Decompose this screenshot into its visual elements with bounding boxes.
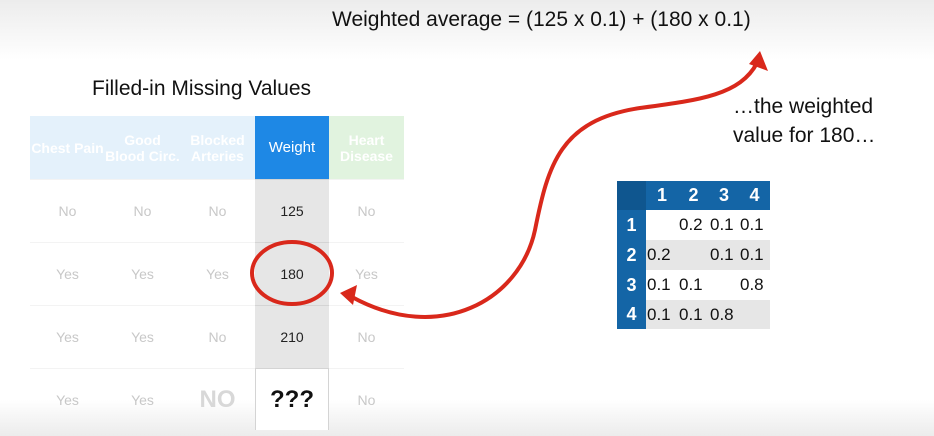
highlight-circle (250, 240, 334, 306)
arrowhead-left-icon (340, 285, 357, 305)
annotation-overlay (250, 51, 768, 319)
curved-connector-arrow (350, 61, 759, 319)
